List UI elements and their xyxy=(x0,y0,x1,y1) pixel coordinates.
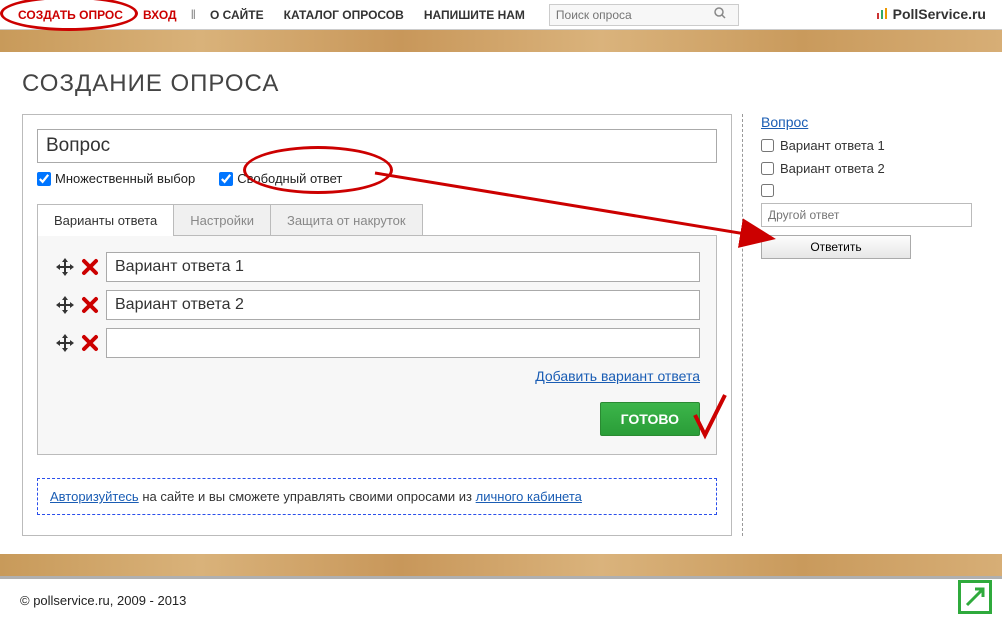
done-button[interactable]: ГОТОВО xyxy=(600,402,700,436)
brand-icon xyxy=(875,7,889,21)
delete-icon[interactable] xyxy=(80,257,100,277)
nav-write[interactable]: НАПИШИТЕ НАМ xyxy=(424,8,525,22)
multi-choice-toggle[interactable]: Множественный выбор xyxy=(37,171,195,186)
free-answer-label: Свободный ответ xyxy=(237,171,342,186)
content: СОЗДАНИЕ ОПРОСА Множественный выбор Своб… xyxy=(0,52,1002,554)
preview-checkbox-3[interactable] xyxy=(761,184,774,197)
drag-icon[interactable] xyxy=(54,256,76,278)
search-icon[interactable] xyxy=(710,7,730,22)
answer-row xyxy=(54,328,700,358)
wood-strip-bottom xyxy=(0,554,1002,576)
brand-text: PollService.ru xyxy=(893,6,986,22)
nav-login[interactable]: ВХОД xyxy=(143,8,177,22)
cabinet-link[interactable]: личного кабинета xyxy=(476,489,582,504)
search-box xyxy=(549,4,739,26)
corner-badge-icon[interactable] xyxy=(958,580,992,614)
answer-input-2[interactable] xyxy=(106,290,700,320)
nav-catalog[interactable]: КАТАЛОГ ОПРОСОВ xyxy=(284,8,404,22)
drag-icon[interactable] xyxy=(54,332,76,354)
tab-body: Добавить вариант ответа ГОТОВО xyxy=(37,235,717,455)
answer-input-1[interactable] xyxy=(106,252,700,282)
preview-checkbox-1[interactable] xyxy=(761,139,774,152)
auth-notice: Авторизуйтесь на сайте и вы сможете упра… xyxy=(37,478,717,515)
page-title: СОЗДАНИЕ ОПРОСА xyxy=(22,70,980,98)
brand[interactable]: PollService.ru xyxy=(875,6,986,22)
nav-separator: ‖ xyxy=(191,7,196,22)
wood-strip xyxy=(0,30,1002,52)
drag-icon[interactable] xyxy=(54,294,76,316)
preview-option[interactable]: Вариант ответа 2 xyxy=(761,161,972,176)
multi-choice-label: Множественный выбор xyxy=(55,171,195,186)
preview-opt2-label: Вариант ответа 2 xyxy=(780,161,885,176)
preview-other-input[interactable] xyxy=(761,203,972,227)
footer: © pollservice.ru, 2009 - 2013 xyxy=(0,576,1002,622)
delete-icon[interactable] xyxy=(80,295,100,315)
tab-settings[interactable]: Настройки xyxy=(173,204,271,236)
answer-row xyxy=(54,252,700,282)
auth-link[interactable]: Авторизуйтесь xyxy=(50,489,139,504)
preview-checkbox-2[interactable] xyxy=(761,162,774,175)
preview-option[interactable]: Вариант ответа 1 xyxy=(761,138,972,153)
answer-input-3[interactable] xyxy=(106,328,700,358)
tabs: Варианты ответа Настройки Защита от накр… xyxy=(37,204,717,236)
question-input[interactable] xyxy=(37,129,717,163)
preview-option[interactable] xyxy=(761,184,972,197)
search-input[interactable] xyxy=(550,5,710,25)
delete-icon[interactable] xyxy=(80,333,100,353)
free-answer-toggle[interactable]: Свободный ответ xyxy=(219,171,342,186)
question-box: Множественный выбор Свободный ответ Вари… xyxy=(22,114,732,536)
tab-anticheat[interactable]: Защита от накруток xyxy=(270,204,423,236)
nav-create[interactable]: СОЗДАТЬ ОПРОС xyxy=(18,8,123,22)
preview-opt1-label: Вариант ответа 1 xyxy=(780,138,885,153)
tab-answers[interactable]: Варианты ответа xyxy=(37,204,174,236)
preview-submit-button[interactable]: Ответить xyxy=(761,235,911,259)
auth-text: на сайте и вы сможете управлять своими о… xyxy=(139,489,476,504)
main-column: Множественный выбор Свободный ответ Вари… xyxy=(22,114,732,536)
add-answer-link[interactable]: Добавить вариант ответа xyxy=(535,368,700,384)
multi-choice-checkbox[interactable] xyxy=(37,172,51,186)
answer-row xyxy=(54,290,700,320)
free-answer-checkbox[interactable] xyxy=(219,172,233,186)
preview-title[interactable]: Вопрос xyxy=(761,114,808,130)
top-nav: СОЗДАТЬ ОПРОС ВХОД ‖ О САЙТЕ КАТАЛОГ ОПР… xyxy=(0,0,1002,30)
preview-column: Вопрос Вариант ответа 1 Вариант ответа 2… xyxy=(742,114,972,536)
nav-about[interactable]: О САЙТЕ xyxy=(210,8,264,22)
